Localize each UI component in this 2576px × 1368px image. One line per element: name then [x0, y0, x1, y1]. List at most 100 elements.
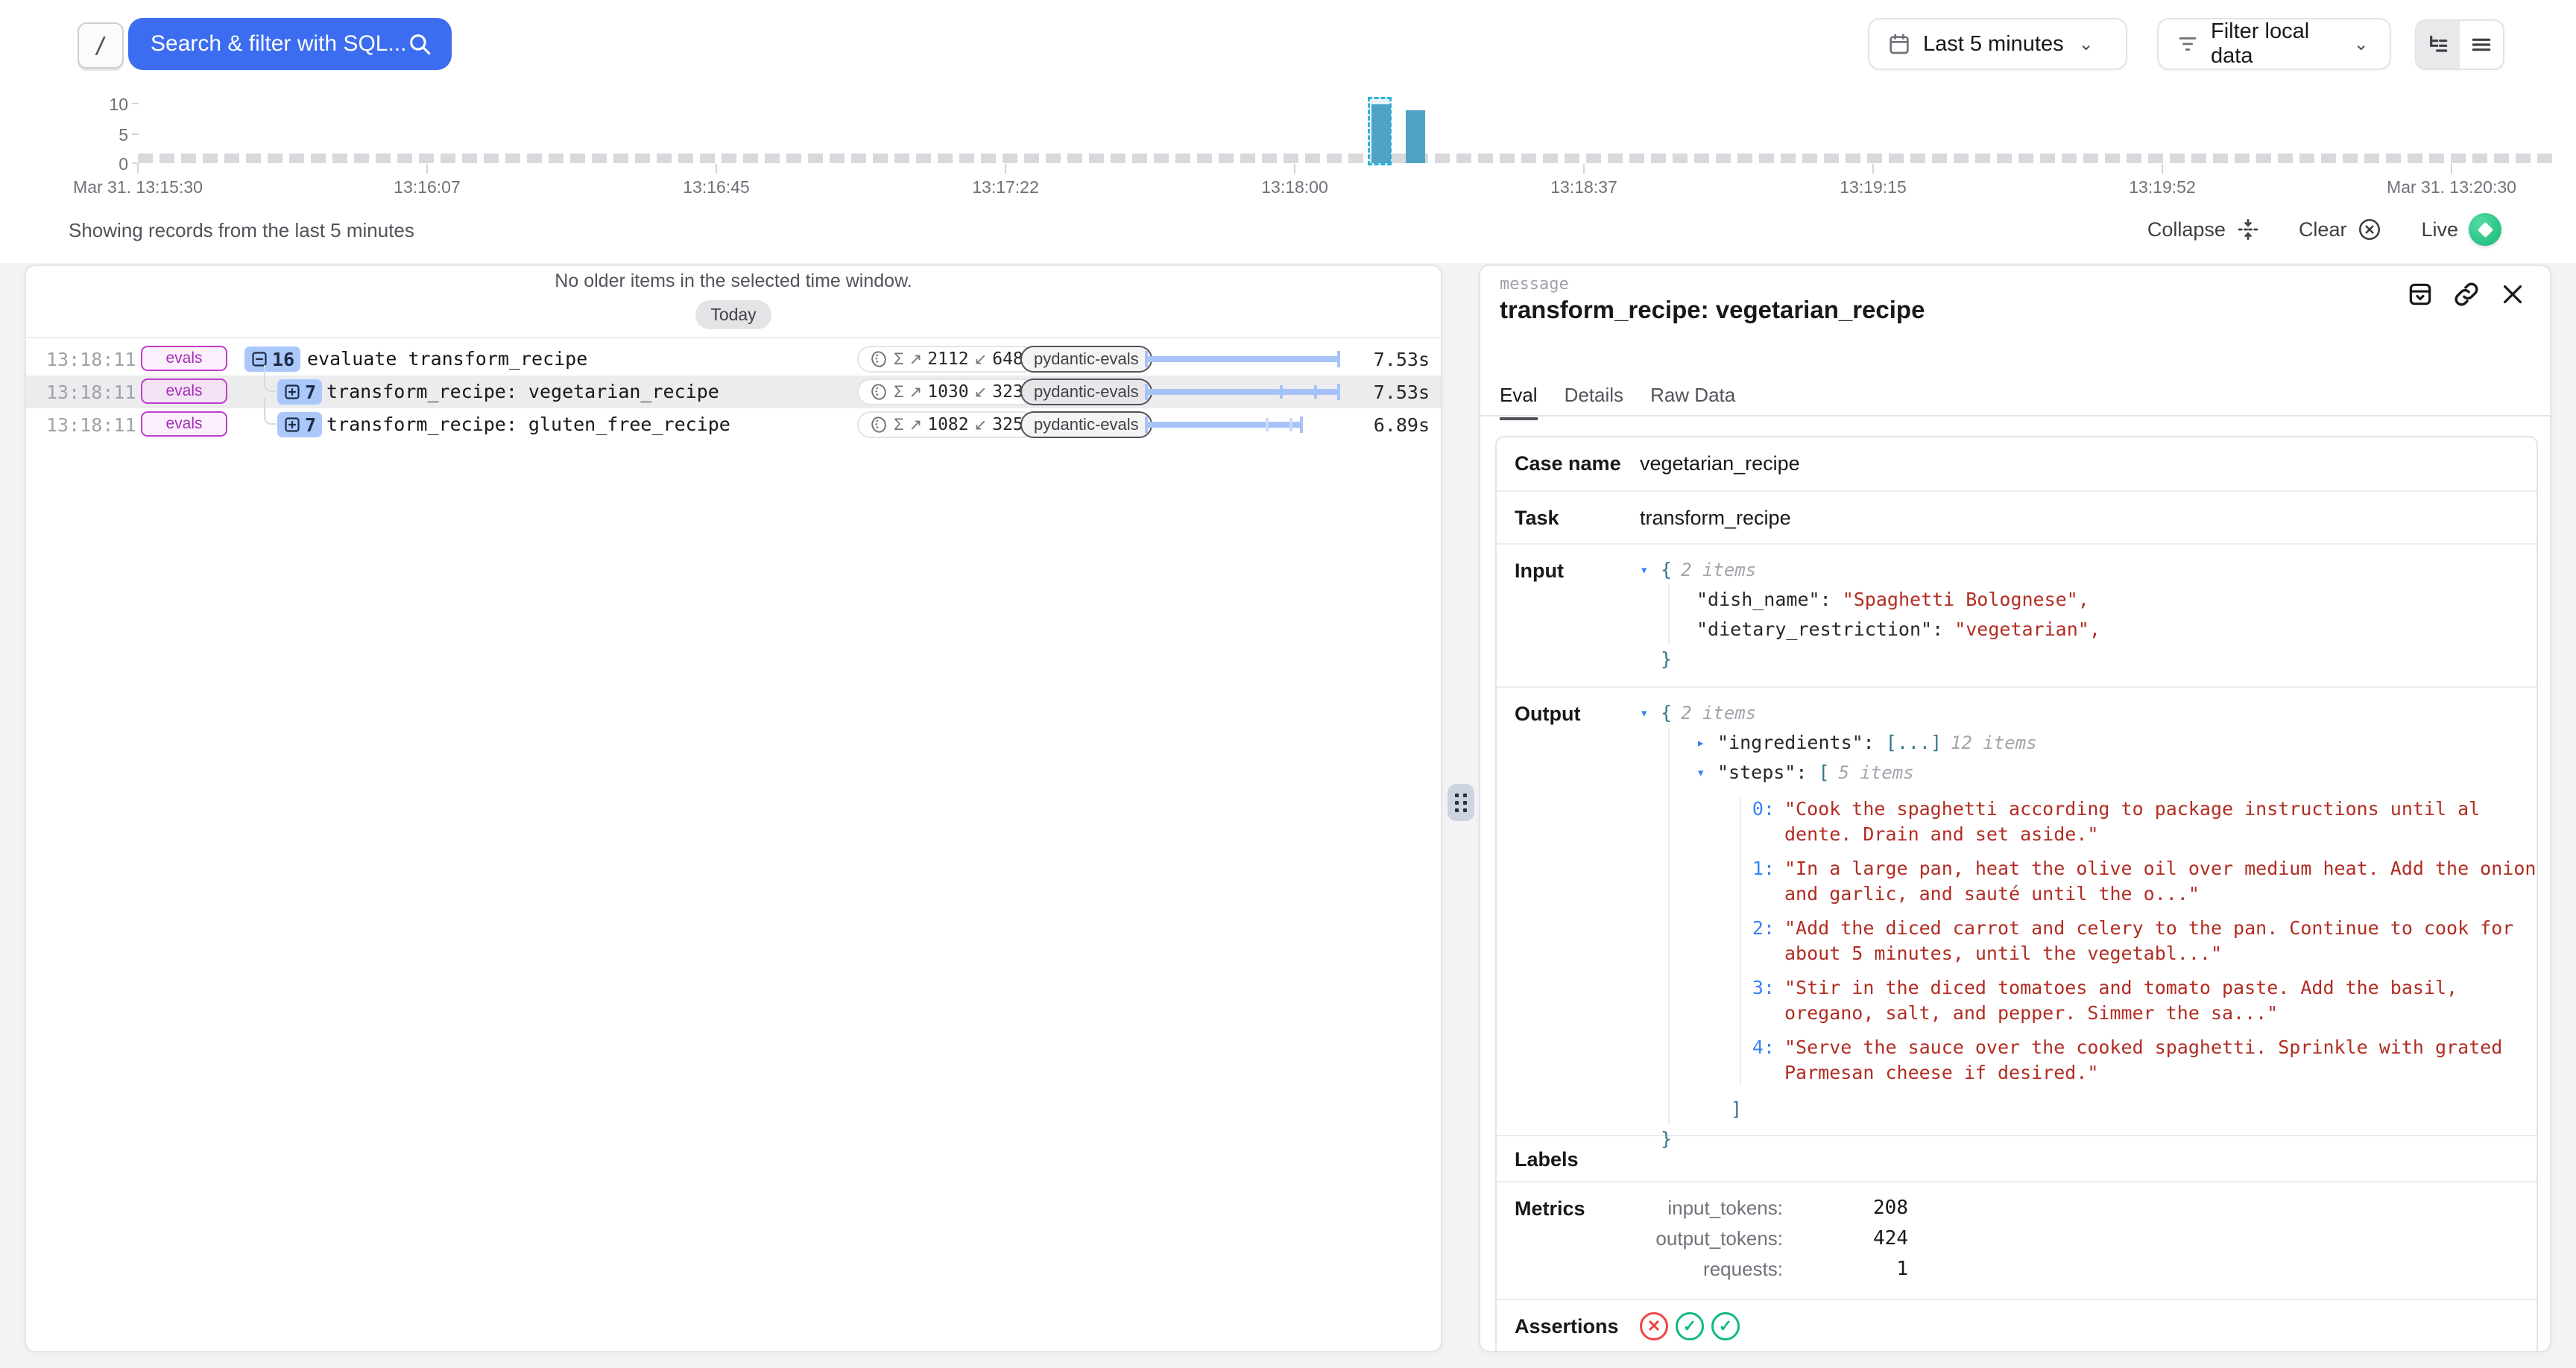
trace-list-panel: No older items in the selected time wind… [25, 265, 1442, 1352]
detail-panel: message transform_recipe: vegetarian_rec… [1479, 265, 2551, 1352]
metrics-row: Metrics input_tokens:208output_tokens:42… [1497, 1181, 2536, 1299]
close-icon[interactable] [2498, 279, 2528, 309]
x-axis-tick [1583, 164, 1585, 174]
coin-icon [869, 415, 888, 434]
x-axis-tick [2451, 164, 2452, 174]
filter-label: Filter local data [2211, 19, 2339, 69]
trace-name: evaluate transform_recipe [307, 348, 587, 370]
time-range-dropdown[interactable]: Last 5 minutes ⌄ [1868, 18, 2127, 70]
archive-box-icon[interactable] [2405, 279, 2435, 309]
collapse-button[interactable]: Collapse [2147, 218, 2260, 241]
status-actions: Collapse Clear [2147, 213, 2501, 246]
assertions-row: Assertions ✕✓✓ [1497, 1299, 2536, 1352]
service-badge: pydantic-evals [1020, 411, 1152, 438]
live-status-icon [2469, 213, 2501, 246]
y-axis-tick-label: 0 [83, 154, 128, 174]
output-label: Output [1497, 688, 1640, 1135]
json-array-item: 1:"In a large pan, heat the olive oil ov… [1741, 856, 2551, 907]
x-axis-tick-label: 13:19:52 [2129, 177, 2196, 197]
x-axis-tick-label: 13:19:15 [1840, 177, 1907, 197]
clear-button[interactable]: Clear [2299, 217, 2383, 242]
input-tokens-arrow-icon: ↗ [909, 350, 923, 369]
items-count: 2 items [1681, 703, 1756, 723]
x-axis-tick-label: 13:16:07 [394, 177, 461, 197]
input-label: Input [1497, 545, 1640, 686]
collapse-chevron-icon[interactable]: ▾ [1640, 698, 1661, 728]
json-field: "dish_name": "Spaghetti Bolognese", [1696, 585, 2100, 615]
panel-resize-handle[interactable] [1448, 784, 1474, 821]
collapse-chevron-icon[interactable]: ▾ [1696, 758, 1717, 788]
assertions-label: Assertions [1497, 1300, 1640, 1352]
duration-text: 7.53s [1374, 381, 1430, 403]
tree-connector [264, 398, 276, 425]
search-label: Search & filter with SQL... [151, 31, 406, 57]
trace-list-header: No older items in the selected time wind… [26, 266, 1441, 338]
trace-row[interactable]: 13:18:11 evals 7 transform_recipe: veget… [26, 376, 1441, 408]
clear-circle-x-icon [2357, 217, 2382, 242]
x-axis-tick-label: Mar 31. 13:20:30 [2387, 177, 2516, 197]
calendar-icon [1887, 32, 1911, 56]
time-range-label: Last 5 minutes [1923, 32, 2064, 57]
output-tokens-arrow-icon: ↙ [974, 383, 988, 402]
filter-local-data-dropdown[interactable]: Filter local data ⌄ [2157, 18, 2391, 70]
detail-title: transform_recipe: vegetarian_recipe [1500, 296, 1925, 324]
trace-tag-evals: evals [141, 411, 227, 437]
histogram-bar[interactable] [1371, 104, 1391, 163]
x-axis-tick [1005, 164, 1006, 174]
trace-name: transform_recipe: vegetarian_recipe [326, 381, 719, 402]
items-count: 5 items [1839, 762, 1914, 783]
x-axis-tick-label: 13:18:00 [1261, 177, 1328, 197]
histogram-bar[interactable] [1406, 110, 1425, 163]
metrics-label: Metrics [1497, 1182, 1640, 1299]
coin-icon [869, 382, 888, 402]
output-tokens-arrow-icon: ↙ [974, 416, 988, 434]
sigma-icon: Σ [894, 382, 904, 402]
metric-line: requests:1 [1640, 1254, 1908, 1285]
expand-spans-badge[interactable]: 7 [277, 379, 322, 405]
collapse-label: Collapse [2147, 218, 2226, 241]
trace-timestamp: 13:18:11 [46, 349, 136, 370]
x-axis-tick [137, 164, 139, 174]
list-view-toggle[interactable] [2460, 21, 2503, 69]
collapse-chevron-icon[interactable]: ▾ [1640, 555, 1661, 585]
detail-actions [2405, 279, 2528, 309]
live-toggle[interactable]: Live [2421, 213, 2501, 246]
trace-row[interactable]: 13:18:11 evals 16 evaluate transform_rec… [26, 343, 1441, 376]
assertion-pass-icon: ✓ [1711, 1312, 1740, 1340]
items-count: 2 items [1681, 560, 1756, 580]
output-row: Output ▾{2 items ▸"ingredients": [...]12… [1497, 686, 2536, 1135]
tree-view-toggle[interactable] [2416, 21, 2460, 69]
header: / Search & filter with SQL... Last 5 min… [0, 0, 2576, 263]
trace-tag-evals: evals [141, 379, 227, 404]
ingredients-node[interactable]: ▸"ingredients": [...]12 items [1696, 728, 2551, 758]
case-name-value: vegetarian_recipe [1640, 437, 1800, 490]
chevron-down-icon: ⌄ [2354, 34, 2372, 55]
token-usage-badge: Σ ↗1030 ↙323 [857, 379, 1035, 405]
labels-label: Labels [1497, 1136, 1640, 1181]
case-name-label: Case name [1497, 437, 1640, 490]
search-button[interactable]: Search & filter with SQL... [128, 18, 452, 70]
json-array-item: 0:"Cook the spaghetti according to packa… [1741, 797, 2551, 847]
json-array-item: 4:"Serve the sauce over the cooked spagh… [1741, 1035, 2551, 1086]
sigma-icon: Σ [894, 415, 904, 434]
empty-notice: No older items in the selected time wind… [26, 270, 1441, 292]
eval-detail-table: Case name vegetarian_recipe Task transfo… [1495, 436, 2538, 1352]
assertion-icons: ✕✓✓ [1640, 1300, 1740, 1352]
trace-timestamp: 13:18:11 [46, 381, 136, 403]
trace-row[interactable]: 13:18:11 evals 7 transform_recipe: glute… [26, 408, 1441, 441]
trace-tag-evals: evals [141, 346, 227, 371]
service-badge: pydantic-evals [1020, 379, 1152, 405]
sigma-icon: Σ [894, 349, 904, 369]
steps-node[interactable]: ▾"steps": [5 items [1696, 758, 2551, 788]
x-axis-tick-label: 13:18:37 [1550, 177, 1617, 197]
collapse-icon [2236, 218, 2260, 241]
x-axis-tick [1872, 164, 1874, 174]
items-count: 12 items [1951, 732, 2037, 753]
copy-link-icon[interactable] [2452, 279, 2481, 309]
expand-spans-badge[interactable]: 7 [277, 412, 322, 437]
duration-text: 6.89s [1374, 414, 1430, 436]
trace-rows: 13:18:11 evals 16 evaluate transform_rec… [26, 343, 1441, 441]
expand-chevron-icon[interactable]: ▸ [1696, 728, 1717, 758]
tree-connector [264, 365, 276, 392]
clear-label: Clear [2299, 218, 2347, 241]
